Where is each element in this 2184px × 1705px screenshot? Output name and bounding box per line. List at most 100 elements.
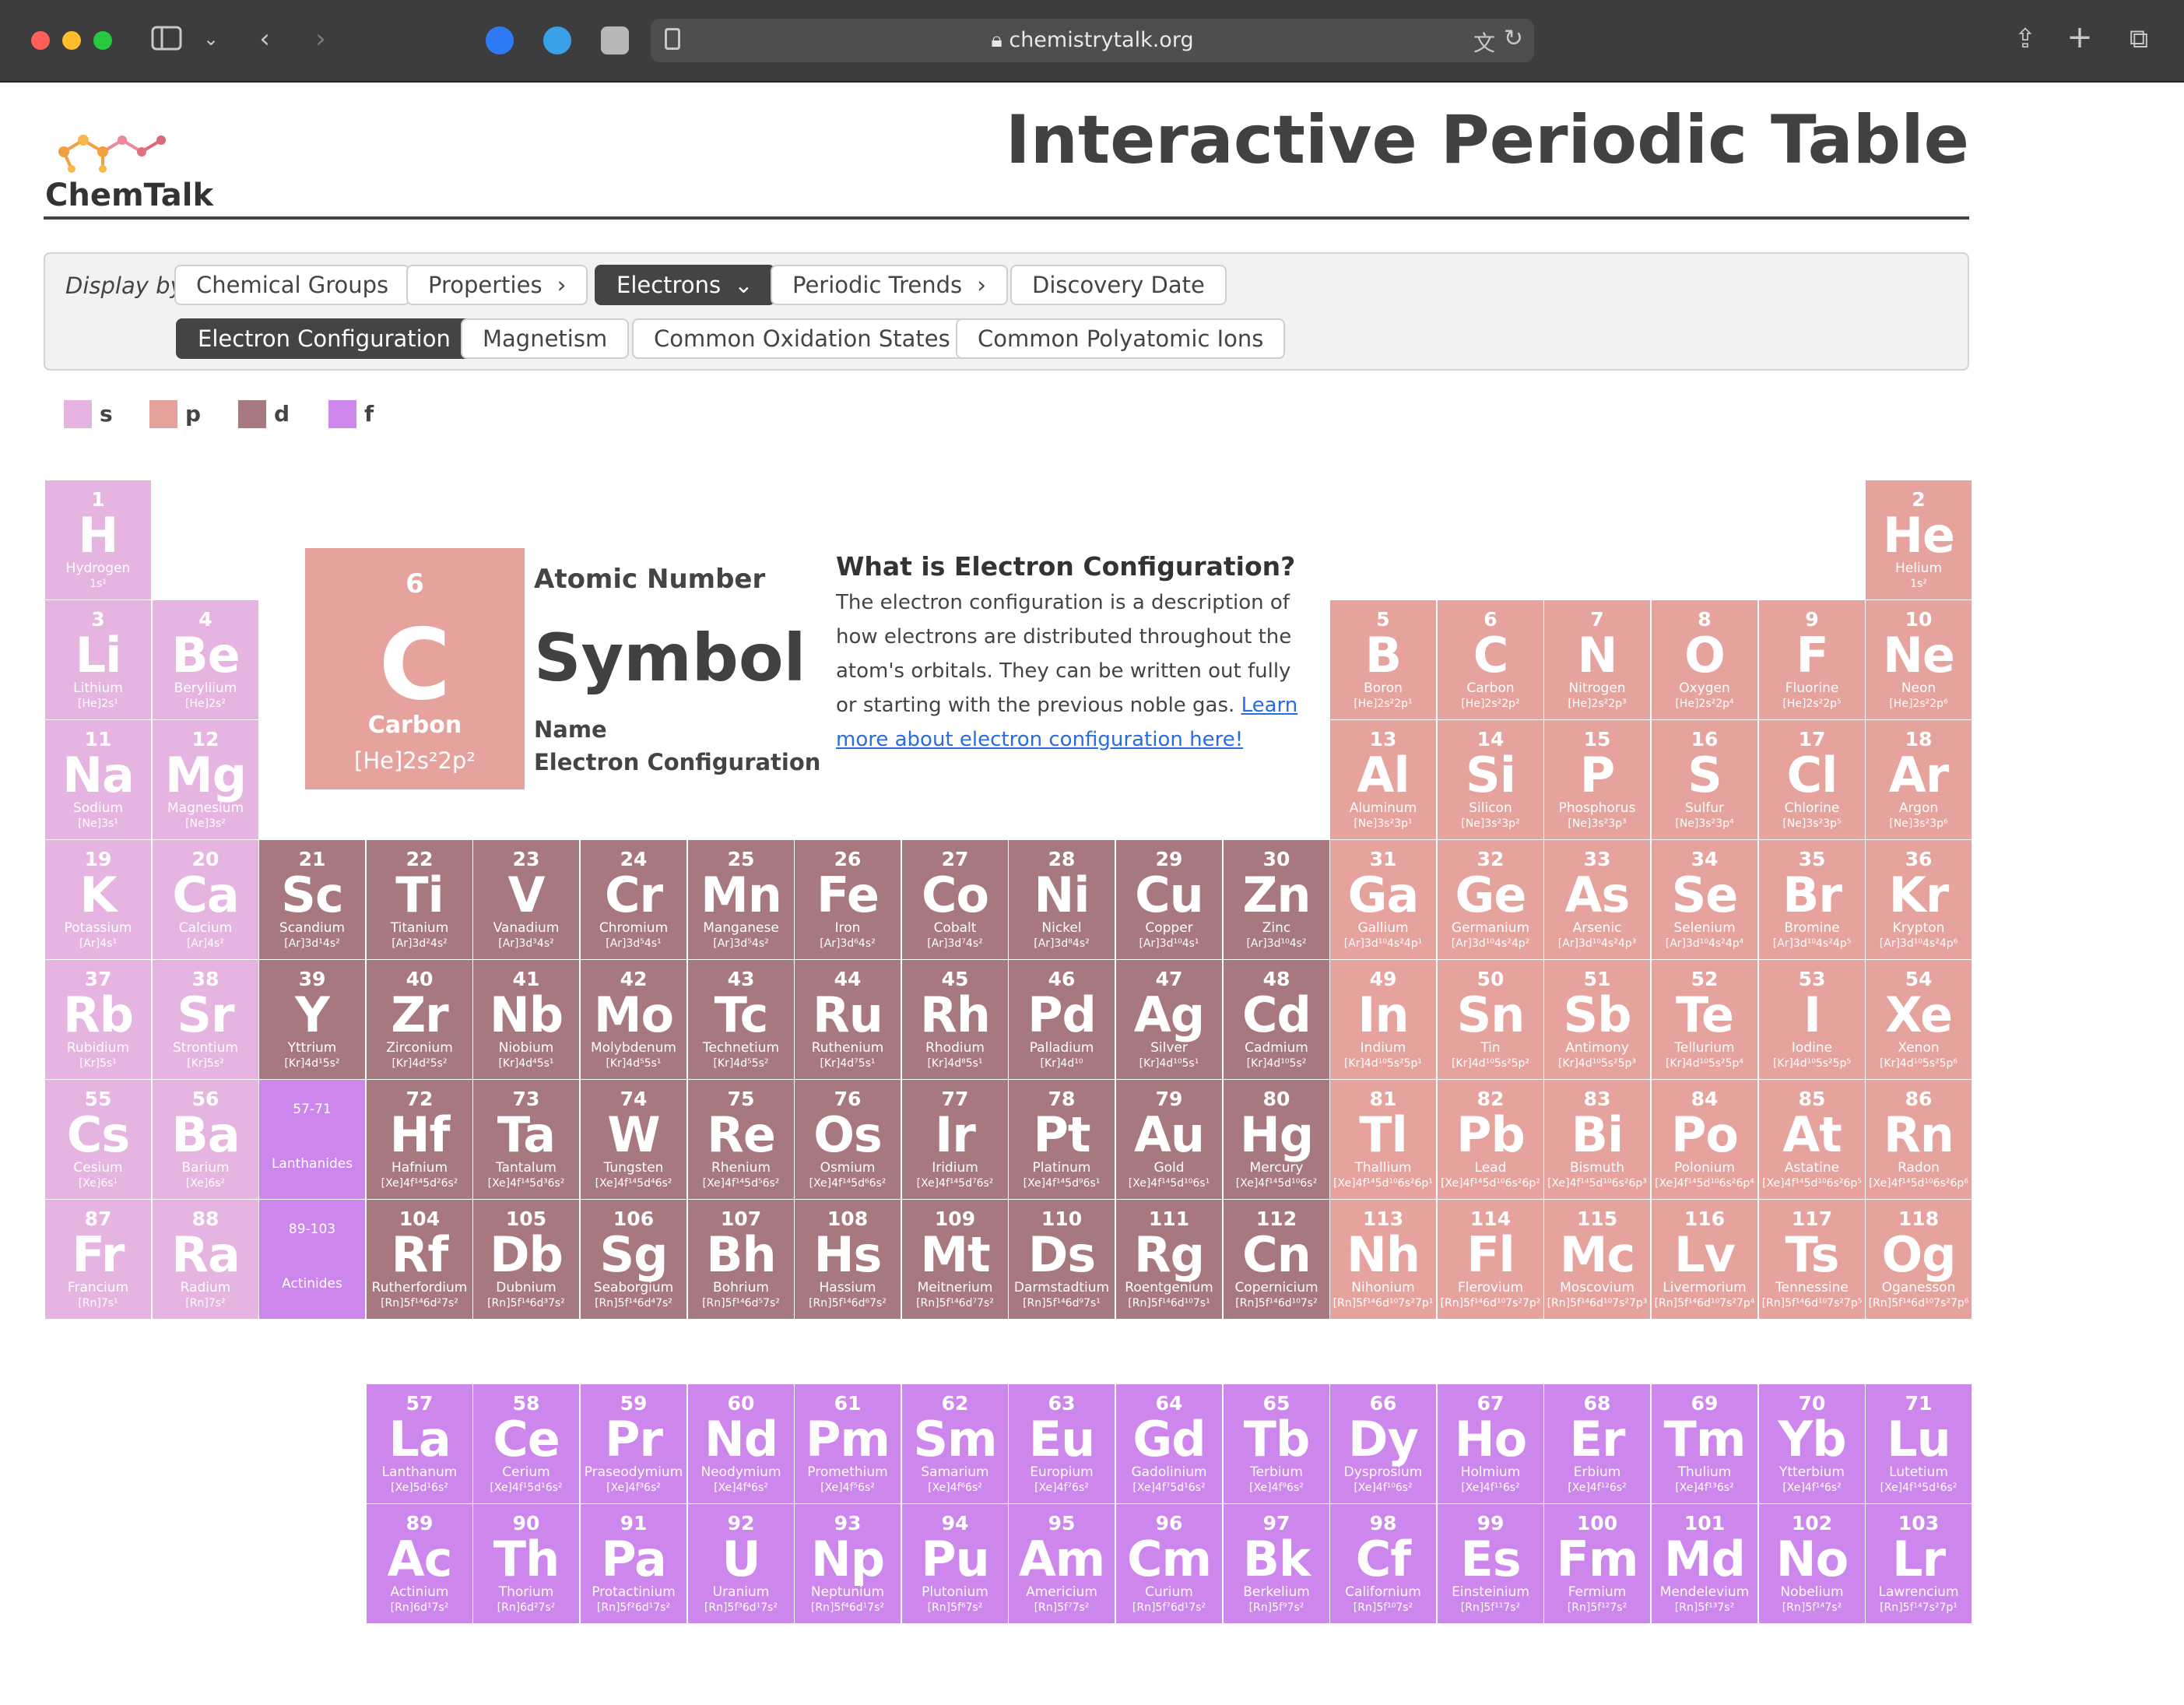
element-cell-mn[interactable]: 25 Mn Manganese [Ar]3d⁵4s² — [688, 840, 794, 959]
element-cell-cf[interactable]: 98 Cf Californium [Rn]5f¹⁰7s² — [1330, 1504, 1436, 1623]
element-cell-er[interactable]: 68 Er Erbium [Xe]4f¹²6s² — [1544, 1384, 1650, 1503]
element-cell-fm[interactable]: 100 Fm Fermium [Rn]5f¹²7s² — [1544, 1504, 1650, 1623]
element-cell-tc[interactable]: 43 Tc Technetium [Kr]4d⁵5s² — [688, 960, 794, 1079]
element-cell-na[interactable]: 11 Na Sodium [Ne]3s¹ — [45, 720, 151, 839]
element-cell-ir[interactable]: 77 Ir Iridium [Xe]4f¹⁴5d⁷6s² — [902, 1080, 1008, 1199]
element-cell-ru[interactable]: 44 Ru Ruthenium [Kr]4d⁷5s¹ — [795, 960, 901, 1079]
element-cell-nb[interactable]: 41 Nb Niobium [Kr]4d⁴5s¹ — [473, 960, 579, 1079]
element-cell-ta[interactable]: 73 Ta Tantalum [Xe]4f¹⁴5d³6s² — [473, 1080, 579, 1199]
element-cell-ga[interactable]: 31 Ga Gallium [Ar]3d¹⁰4s²4p¹ — [1330, 840, 1436, 959]
element-cell-rf[interactable]: 104 Rf Rutherfordium [Rn]5f¹⁴6d²7s² — [367, 1200, 472, 1319]
element-cell-v[interactable]: 23 V Vanadium [Ar]3d³4s² — [473, 840, 579, 959]
element-cell-ti[interactable]: 22 Ti Titanium [Ar]3d²4s² — [367, 840, 472, 959]
element-cell-eu[interactable]: 63 Eu Europium [Xe]4f⁷6s² — [1009, 1384, 1115, 1503]
element-cell-ts[interactable]: 117 Ts Tennessine [Rn]5f¹⁴6d¹⁰7s²7p⁵ — [1759, 1200, 1865, 1319]
element-cell-in[interactable]: 49 In Indium [Kr]4d¹⁰5s²5p¹ — [1330, 960, 1436, 1079]
element-cell-re[interactable]: 75 Re Rhenium [Xe]4f¹⁴5d⁵6s² — [688, 1080, 794, 1199]
common-oxidation-states-button[interactable]: Common Oxidation States — [632, 318, 972, 359]
element-cell-mg[interactable]: 12 Mg Magnesium [Ne]3s² — [153, 720, 258, 839]
element-cell-cn[interactable]: 112 Cn Copernicium [Rn]5f¹⁴6d¹⁰7s² — [1224, 1200, 1329, 1319]
zoom-window-button[interactable] — [93, 31, 112, 50]
element-cell-cd[interactable]: 48 Cd Cadmium [Kr]4d¹⁰5s² — [1224, 960, 1329, 1079]
element-cell-pa[interactable]: 91 Pa Protactinium [Rn]5f²6d¹7s² — [581, 1504, 686, 1623]
element-cell-te[interactable]: 52 Te Tellurium [Kr]4d¹⁰5s²5p⁴ — [1652, 960, 1757, 1079]
element-cell-o[interactable]: 8 O Oxygen [He]2s²2p⁴ — [1652, 600, 1757, 719]
element-cell-po[interactable]: 84 Po Polonium [Xe]4f¹⁴5d¹⁰6s²6p⁴ — [1652, 1080, 1757, 1199]
element-cell-ne[interactable]: 10 Ne Neon [He]2s²2p⁶ — [1866, 600, 1972, 719]
element-cell-xe[interactable]: 54 Xe Xenon [Kr]4d¹⁰5s²5p⁶ — [1866, 960, 1972, 1079]
element-cell-dy[interactable]: 66 Dy Dysprosium [Xe]4f¹⁰6s² — [1330, 1384, 1436, 1503]
element-cell-hf[interactable]: 72 Hf Hafnium [Xe]4f¹⁴5d²6s² — [367, 1080, 472, 1199]
element-cell-tb[interactable]: 65 Tb Terbium [Xe]4f⁹6s² — [1224, 1384, 1329, 1503]
logo-text[interactable]: ChemTalk — [45, 178, 213, 213]
element-cell-lu[interactable]: 71 Lu Lutetium [Xe]4f¹⁴5d¹6s² — [1866, 1384, 1972, 1503]
element-cell-ni[interactable]: 28 Ni Nickel [Ar]3d⁸4s² — [1009, 840, 1115, 959]
element-cell-tl[interactable]: 81 Tl Thallium [Xe]4f¹⁴5d¹⁰6s²6p¹ — [1330, 1080, 1436, 1199]
properties-button[interactable]: Properties › — [406, 265, 588, 305]
element-cell-li[interactable]: 3 Li Lithium [He]2s¹ — [45, 600, 151, 719]
element-cell-nh[interactable]: 113 Nh Nihonium [Rn]5f¹⁴6d¹⁰7s²7p¹ — [1330, 1200, 1436, 1319]
element-cell-au[interactable]: 79 Au Gold [Xe]4f¹⁴5d¹⁰6s¹ — [1116, 1080, 1222, 1199]
element-cell-be[interactable]: 4 Be Beryllium [He]2s² — [153, 600, 258, 719]
element-cell-co[interactable]: 27 Co Cobalt [Ar]3d⁷4s² — [902, 840, 1008, 959]
element-cell-mo[interactable]: 42 Mo Molybdenum [Kr]4d⁵5s¹ — [581, 960, 686, 1079]
element-cell-fe[interactable]: 26 Fe Iron [Ar]3d⁶4s² — [795, 840, 901, 959]
element-cell-at[interactable]: 85 At Astatine [Xe]4f¹⁴5d¹⁰6s²6p⁵ — [1759, 1080, 1865, 1199]
element-cell-og[interactable]: 118 Og Oganesson [Rn]5f¹⁴6d¹⁰7s²7p⁶ — [1866, 1200, 1972, 1319]
magnetism-button[interactable]: Magnetism — [461, 318, 630, 359]
element-cell-ar[interactable]: 18 Ar Argon [Ne]3s²3p⁶ — [1866, 720, 1972, 839]
element-cell-y[interactable]: 39 Y Yttrium [Kr]4d¹5s² — [259, 960, 365, 1079]
element-cell-rh[interactable]: 45 Rh Rhodium [Kr]4d⁸5s¹ — [902, 960, 1008, 1079]
element-cell-pb[interactable]: 82 Pb Lead [Xe]4f¹⁴5d¹⁰6s²6p² — [1438, 1080, 1543, 1199]
element-cell-nd[interactable]: 60 Nd Neodymium [Xe]4f⁴6s² — [688, 1384, 794, 1503]
element-cell-al[interactable]: 13 Al Aluminum [Ne]3s²3p¹ — [1330, 720, 1436, 839]
element-cell-lv[interactable]: 116 Lv Livermorium [Rn]5f¹⁴6d¹⁰7s²7p⁴ — [1652, 1200, 1757, 1319]
element-cell-hs[interactable]: 108 Hs Hassium [Rn]5f¹⁴6d⁶7s² — [795, 1200, 901, 1319]
element-cell-se[interactable]: 34 Se Selenium [Ar]3d¹⁰4s²4p⁴ — [1652, 840, 1757, 959]
lanthanides-placeholder[interactable]: 57-71 Lanthanides — [259, 1080, 365, 1199]
element-cell-cl[interactable]: 17 Cl Chlorine [Ne]3s²3p⁵ — [1759, 720, 1865, 839]
element-cell-zr[interactable]: 40 Zr Zirconium [Kr]4d²5s² — [367, 960, 472, 1079]
element-cell-sr[interactable]: 38 Sr Strontium [Kr]5s² — [153, 960, 258, 1079]
element-cell-cu[interactable]: 29 Cu Copper [Ar]3d¹⁰4s¹ — [1116, 840, 1222, 959]
extension-blocker-icon[interactable] — [601, 26, 629, 54]
extension-compass-icon[interactable] — [543, 26, 571, 54]
element-cell-ra[interactable]: 88 Ra Radium [Rn]7s² — [153, 1200, 258, 1319]
element-cell-u[interactable]: 92 U Uranium [Rn]5f³6d¹7s² — [688, 1504, 794, 1623]
element-cell-hg[interactable]: 80 Hg Mercury [Xe]4f¹⁴5d¹⁰6s² — [1224, 1080, 1329, 1199]
element-cell-kr[interactable]: 36 Kr Krypton [Ar]3d¹⁰4s²4p⁶ — [1866, 840, 1972, 959]
element-cell-lr[interactable]: 103 Lr Lawrencium [Rn]5f¹⁴7s²7p¹ — [1866, 1504, 1972, 1623]
element-cell-ho[interactable]: 67 Ho Holmium [Xe]4f¹¹6s² — [1438, 1384, 1543, 1503]
element-cell-br[interactable]: 35 Br Bromine [Ar]3d¹⁰4s²4p⁵ — [1759, 840, 1865, 959]
minimize-window-button[interactable] — [62, 31, 81, 50]
element-cell-ca[interactable]: 20 Ca Calcium [Ar]4s² — [153, 840, 258, 959]
element-cell-bh[interactable]: 107 Bh Bohrium [Rn]5f¹⁴6d⁵7s² — [688, 1200, 794, 1319]
extension-shield-icon[interactable] — [486, 26, 514, 54]
element-cell-db[interactable]: 105 Db Dubnium [Rn]5f¹⁴6d³7s² — [473, 1200, 579, 1319]
element-cell-tm[interactable]: 69 Tm Thulium [Xe]4f¹³6s² — [1652, 1384, 1757, 1503]
element-cell-rb[interactable]: 37 Rb Rubidium [Kr]5s¹ — [45, 960, 151, 1079]
element-cell-md[interactable]: 101 Md Mendelevium [Rn]5f¹³7s² — [1652, 1504, 1757, 1623]
element-cell-pr[interactable]: 59 Pr Praseodymium [Xe]4f³6s² — [581, 1384, 686, 1503]
reload-icon[interactable]: ↻ — [1504, 25, 1523, 52]
element-cell-mc[interactable]: 115 Mc Moscovium [Rn]5f¹⁴6d¹⁰7s²7p³ — [1544, 1200, 1650, 1319]
chevron-down-icon[interactable]: ⌄ — [199, 23, 223, 54]
element-cell-bk[interactable]: 97 Bk Berkelium [Rn]5f⁹7s² — [1224, 1504, 1329, 1623]
element-cell-n[interactable]: 7 N Nitrogen [He]2s²2p³ — [1544, 600, 1650, 719]
chemical-groups-button[interactable]: Chemical Groups — [174, 265, 411, 305]
element-cell-bi[interactable]: 83 Bi Bismuth [Xe]4f¹⁴5d¹⁰6s²6p³ — [1544, 1080, 1650, 1199]
element-cell-rg[interactable]: 111 Rg Roentgenium [Rn]5f¹⁴6d¹⁰7s¹ — [1116, 1200, 1222, 1319]
forward-icon[interactable]: › — [305, 23, 336, 54]
element-cell-fr[interactable]: 87 Fr Francium [Rn]7s¹ — [45, 1200, 151, 1319]
sidebar-icon[interactable] — [149, 25, 184, 58]
element-cell-ag[interactable]: 47 Ag Silver [Kr]4d¹⁰5s¹ — [1116, 960, 1222, 1079]
element-cell-mt[interactable]: 109 Mt Meitnerium [Rn]5f¹⁴6d⁷7s² — [902, 1200, 1008, 1319]
element-cell-h[interactable]: 1 H Hydrogen 1s¹ — [45, 480, 151, 599]
element-cell-cm[interactable]: 96 Cm Curium [Rn]5f⁷6d¹7s² — [1116, 1504, 1222, 1623]
element-cell-b[interactable]: 5 B Boron [He]2s²2p¹ — [1330, 600, 1436, 719]
element-cell-th[interactable]: 90 Th Thorium [Rn]6d²7s² — [473, 1504, 579, 1623]
element-cell-rn[interactable]: 86 Rn Radon [Xe]4f¹⁴5d¹⁰6s²6p⁶ — [1866, 1080, 1972, 1199]
element-cell-os[interactable]: 76 Os Osmium [Xe]4f¹⁴5d⁶6s² — [795, 1080, 901, 1199]
element-cell-f[interactable]: 9 F Fluorine [He]2s²2p⁵ — [1759, 600, 1865, 719]
address-bar[interactable]: 🔒︎ chemistrytalk.org 文 ↻ — [651, 19, 1534, 62]
